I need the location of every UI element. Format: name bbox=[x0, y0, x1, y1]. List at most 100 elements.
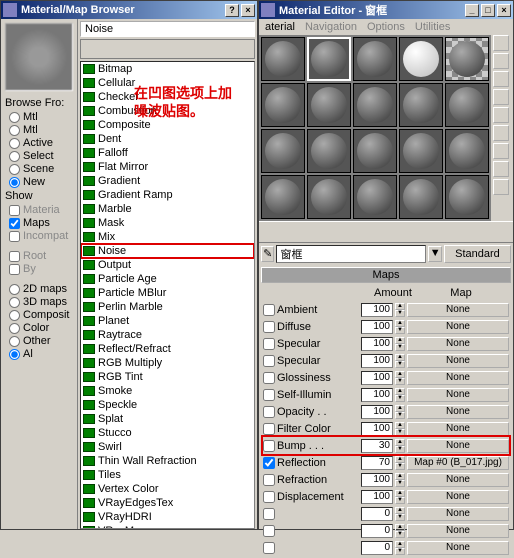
map-type-item[interactable]: Flat Mirror bbox=[81, 160, 254, 174]
map-type-item[interactable]: Cellular bbox=[81, 76, 254, 90]
material-slot[interactable] bbox=[399, 175, 443, 219]
material-slot[interactable] bbox=[261, 37, 305, 81]
close-button[interactable]: × bbox=[497, 4, 511, 17]
spinner[interactable]: ▲▼ bbox=[395, 303, 405, 317]
material-slot[interactable] bbox=[307, 129, 351, 173]
map-type-item[interactable]: Reflect/Refract bbox=[81, 342, 254, 356]
spinner[interactable]: ▲▼ bbox=[395, 473, 405, 487]
material-slot[interactable] bbox=[445, 175, 489, 219]
map-type-item[interactable]: Combustion bbox=[81, 104, 254, 118]
sample-uv-icon[interactable] bbox=[493, 89, 509, 105]
filter-radio[interactable] bbox=[9, 310, 20, 321]
menu-material[interactable]: aterial bbox=[265, 21, 295, 33]
spinner[interactable]: ▲▼ bbox=[395, 422, 405, 436]
map-amount-input[interactable]: 100 bbox=[361, 320, 393, 334]
map-type-item[interactable]: Gradient Ramp bbox=[81, 188, 254, 202]
map-type-list[interactable]: BitmapCellularCheckerCombustionComposite… bbox=[80, 61, 255, 529]
map-amount-input[interactable]: 30 bbox=[361, 439, 393, 453]
spinner[interactable]: ▲▼ bbox=[395, 456, 405, 470]
map-amount-input[interactable]: 100 bbox=[361, 303, 393, 317]
map-enable-check[interactable] bbox=[263, 423, 275, 435]
map-type-item[interactable]: Particle MBlur bbox=[81, 286, 254, 300]
help-button[interactable]: ? bbox=[225, 4, 239, 17]
map-slot-button[interactable]: None bbox=[407, 303, 509, 317]
map-slot-button[interactable]: None bbox=[407, 439, 509, 453]
map-type-item[interactable]: Dent bbox=[81, 132, 254, 146]
map-type-item[interactable]: Perlin Marble bbox=[81, 300, 254, 314]
map-amount-input[interactable]: 100 bbox=[361, 371, 393, 385]
map-type-item[interactable]: Raytrace bbox=[81, 328, 254, 342]
map-type-item[interactable]: Bitmap bbox=[81, 62, 254, 76]
map-amount-input[interactable]: 100 bbox=[361, 405, 393, 419]
map-type-item[interactable]: VRayEdgesTex bbox=[81, 496, 254, 510]
material-slot[interactable] bbox=[445, 129, 489, 173]
put-to-library-icon[interactable] bbox=[381, 223, 399, 241]
map-amount-input[interactable]: 100 bbox=[361, 388, 393, 402]
material-slot[interactable] bbox=[353, 37, 397, 81]
material-slot[interactable] bbox=[399, 129, 443, 173]
show-end-result-icon[interactable] bbox=[441, 223, 459, 241]
material-slot[interactable] bbox=[445, 37, 489, 81]
map-type-item[interactable]: Marble bbox=[81, 202, 254, 216]
assign-icon[interactable] bbox=[301, 223, 319, 241]
material-slot[interactable] bbox=[261, 129, 305, 173]
material-slot[interactable] bbox=[307, 175, 351, 219]
material-name-input[interactable] bbox=[276, 245, 426, 263]
make-copy-icon[interactable] bbox=[341, 223, 359, 241]
map-slot-button[interactable]: None bbox=[407, 422, 509, 436]
put-to-scene-icon[interactable] bbox=[281, 223, 299, 241]
spinner[interactable]: ▲▼ bbox=[395, 388, 405, 402]
close-button[interactable]: × bbox=[241, 4, 255, 17]
map-enable-check[interactable] bbox=[263, 440, 275, 452]
map-type-item[interactable]: Smoke bbox=[81, 384, 254, 398]
map-type-item[interactable]: Checker bbox=[81, 90, 254, 104]
map-amount-input[interactable]: 100 bbox=[361, 422, 393, 436]
get-material-icon[interactable] bbox=[261, 223, 279, 241]
menu-utilities[interactable]: Utilities bbox=[415, 21, 450, 33]
material-id-icon[interactable] bbox=[493, 179, 509, 195]
map-type-item[interactable]: Noise bbox=[81, 244, 254, 258]
material-slot[interactable] bbox=[399, 37, 443, 81]
map-amount-input[interactable]: 0 bbox=[361, 524, 393, 538]
map-slot-button[interactable]: None bbox=[407, 490, 509, 504]
view-small-icon[interactable] bbox=[101, 41, 117, 57]
map-enable-check[interactable] bbox=[263, 508, 275, 520]
map-type-item[interactable]: Particle Age bbox=[81, 272, 254, 286]
map-type-item[interactable]: VRayHDRI bbox=[81, 510, 254, 524]
material-slot[interactable] bbox=[353, 175, 397, 219]
show-materials-check[interactable] bbox=[9, 205, 20, 216]
map-enable-check[interactable] bbox=[263, 474, 275, 486]
reset-icon[interactable] bbox=[321, 223, 339, 241]
spinner[interactable]: ▲▼ bbox=[395, 371, 405, 385]
pick-material-icon[interactable]: ✎ bbox=[261, 246, 274, 262]
make-preview-icon[interactable] bbox=[493, 125, 509, 141]
maximize-button[interactable]: □ bbox=[481, 4, 495, 17]
editor-titlebar[interactable]: Material Editor - 窗框 _ □ × bbox=[259, 1, 513, 19]
spinner[interactable]: ▲▼ bbox=[395, 490, 405, 504]
material-slot[interactable] bbox=[399, 83, 443, 127]
by-check[interactable] bbox=[9, 264, 20, 275]
map-enable-check[interactable] bbox=[263, 355, 275, 367]
map-enable-check[interactable] bbox=[263, 491, 275, 503]
map-type-item[interactable]: RGB Multiply bbox=[81, 356, 254, 370]
spinner[interactable]: ▲▼ bbox=[395, 524, 405, 538]
map-slot-button[interactable]: None bbox=[407, 405, 509, 419]
map-enable-check[interactable] bbox=[263, 457, 275, 469]
map-amount-input[interactable]: 100 bbox=[361, 473, 393, 487]
name-dropdown-icon[interactable]: ▼ bbox=[428, 246, 441, 262]
material-slot[interactable] bbox=[261, 83, 305, 127]
map-enable-check[interactable] bbox=[263, 372, 275, 384]
map-enable-check[interactable] bbox=[263, 338, 275, 350]
menu-navigation[interactable]: Navigation bbox=[305, 21, 357, 33]
browse-from-radio[interactable] bbox=[9, 164, 20, 175]
material-slot[interactable] bbox=[307, 37, 351, 81]
filter-radio[interactable] bbox=[9, 284, 20, 295]
show-in-viewport-icon[interactable] bbox=[421, 223, 439, 241]
filter-radio[interactable] bbox=[9, 336, 20, 347]
spinner[interactable]: ▲▼ bbox=[395, 354, 405, 368]
spinner[interactable]: ▲▼ bbox=[395, 320, 405, 334]
background-icon[interactable] bbox=[493, 71, 509, 87]
browse-from-radio[interactable] bbox=[9, 112, 20, 123]
sample-type-icon[interactable] bbox=[493, 35, 509, 51]
map-enable-check[interactable] bbox=[263, 406, 275, 418]
